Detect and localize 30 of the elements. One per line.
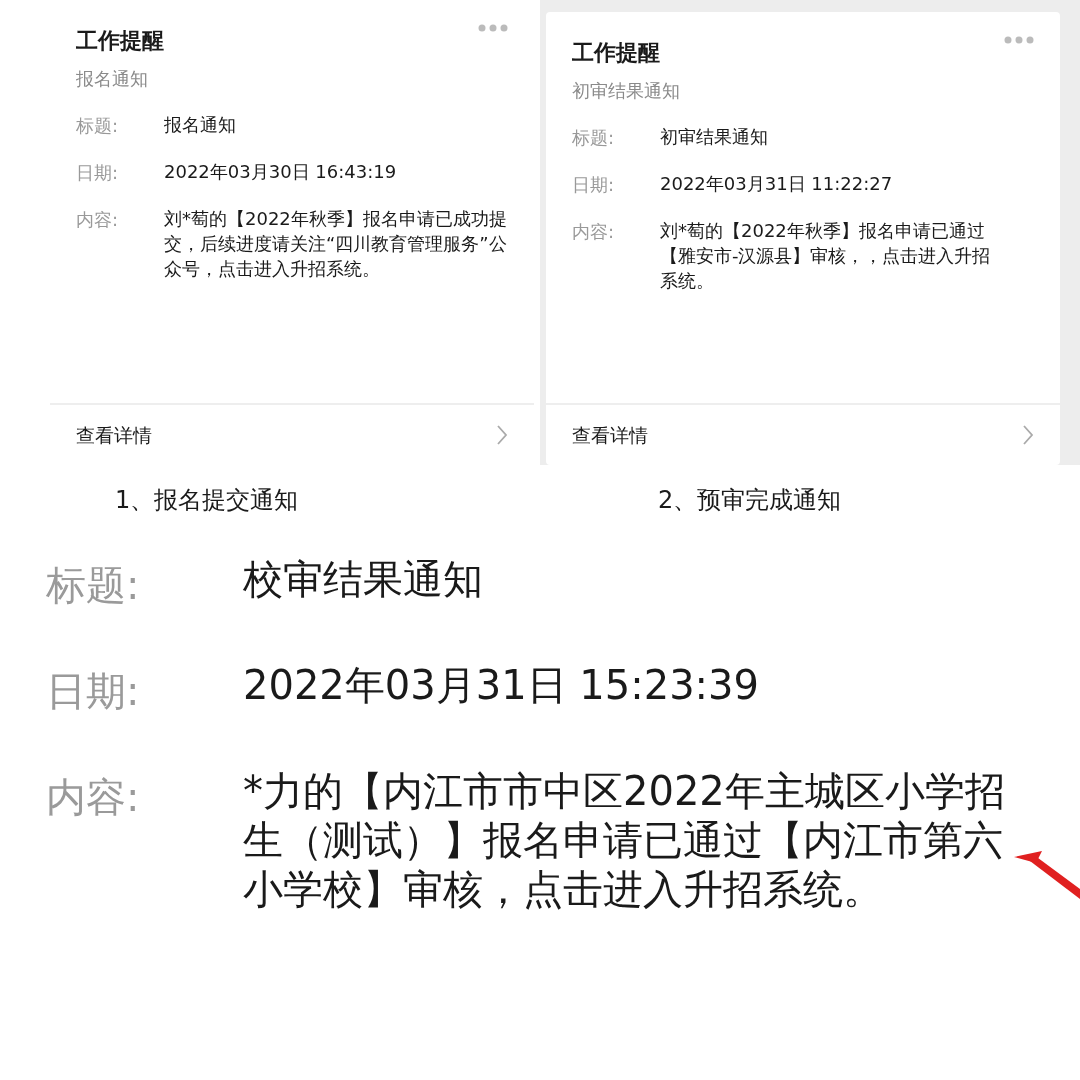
field-value: 刘*萄的【2022年秋季】报名申请已成功提交，后续进度请关注“四川教育管理服务”公众号，点击进入升招系统。	[164, 207, 508, 282]
field-label: 日期:	[572, 173, 616, 197]
field-value: 刘*萄的【2022年秋季】报名申请已通过【雅安市-汉源县】审核，，点击进入升招系统。	[660, 219, 992, 294]
field-value: 2022年03月31日 15:23:39	[243, 661, 760, 710]
field-value: *力的【内江市市中区2022年主城区小学招生（测试）】报名申请已通过【内江市第六小学校】审核，点击进入升招系统。	[243, 767, 1006, 914]
field-label: 标题:	[76, 114, 120, 138]
field-label: 标题:	[572, 126, 616, 150]
chevron-icon	[1022, 424, 1034, 446]
field-label: 日期:	[46, 667, 141, 716]
field-label: 日期:	[76, 161, 120, 185]
field-label: 内容:	[46, 773, 141, 822]
view-details-link[interactable]: 查看详情	[546, 403, 1060, 465]
field-value: 报名通知	[164, 113, 237, 137]
field-label: 标题:	[46, 561, 141, 610]
field-label: 内容:	[76, 208, 120, 232]
caption: 2、预审完成通知	[657, 485, 842, 516]
card-subtitle: 报名通知	[76, 67, 149, 91]
card-subtitle: 初审结果通知	[572, 79, 681, 103]
caption: 1、报名提交通知	[114, 485, 300, 516]
field-value: 初审结果通知	[660, 125, 769, 149]
field-value: 校审结果通知	[243, 555, 484, 604]
chevron-icon	[496, 424, 508, 446]
field-value: 2022年03月30日 16:43:19	[164, 160, 398, 184]
card-title: 工作提醒	[572, 39, 660, 67]
field-label: 内容:	[572, 220, 616, 244]
field-value: 2022年03月31日 11:22:27	[660, 172, 894, 196]
card-title: 工作提醒	[76, 27, 164, 55]
more-icon[interactable]	[1004, 36, 1034, 44]
more-icon[interactable]	[478, 24, 508, 32]
view-details-link[interactable]: 查看详情	[50, 403, 534, 465]
